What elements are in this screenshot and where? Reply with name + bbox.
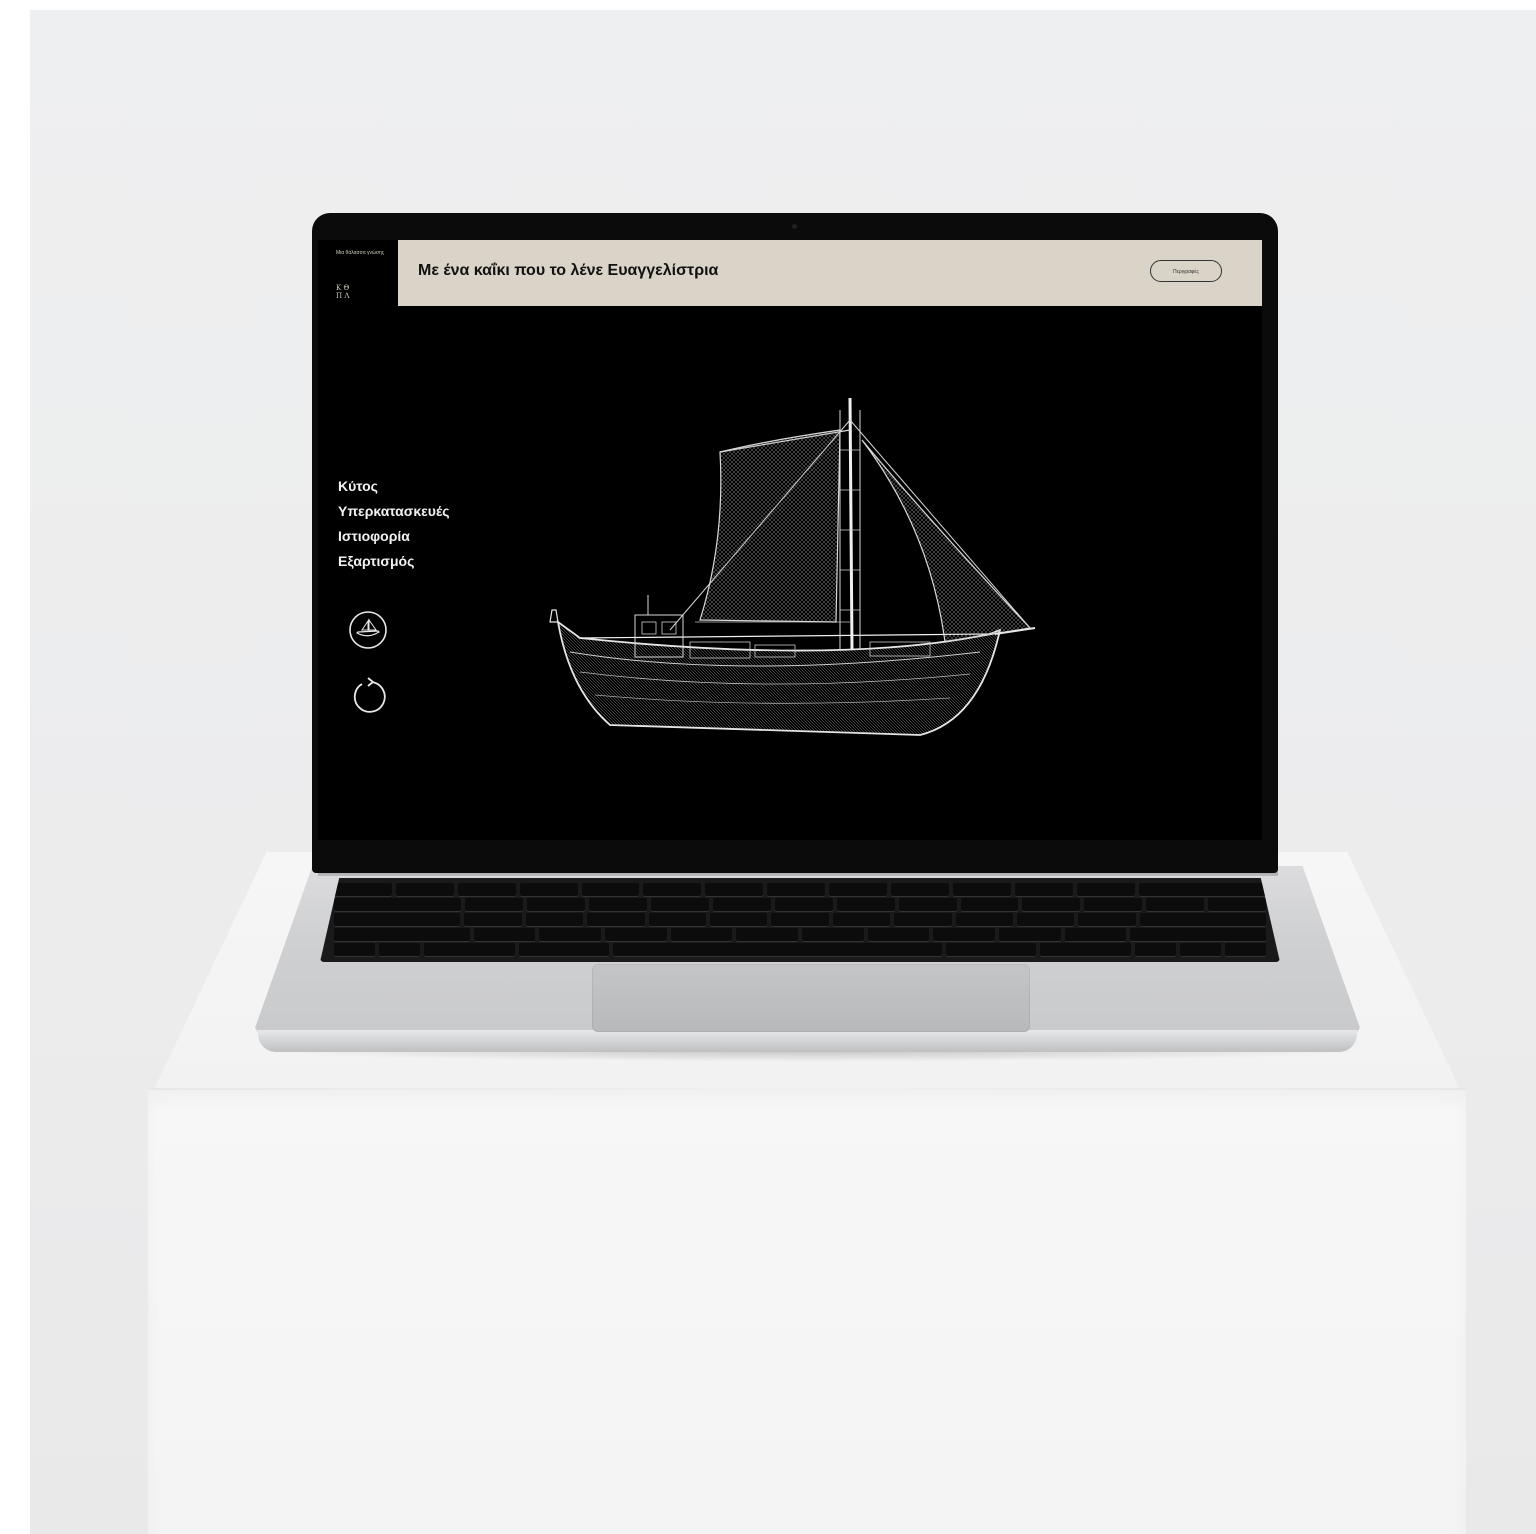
ship-view-button[interactable] (348, 610, 388, 650)
reset-view-button[interactable] (348, 676, 388, 716)
ship-hull (549, 609, 1002, 736)
laptop-base-edge (258, 1030, 1357, 1052)
header-bar: Με ένα καΐκι που το λένε Ευαγγελίστρια Π… (398, 240, 1262, 306)
site-logo[interactable]: Μια θάλασσα γνώσης Κ Θ Π Λ (318, 240, 398, 306)
logo-mark: Κ Θ Π Λ (336, 284, 350, 300)
menu-item-rigging[interactable]: Ιστιοφορία (338, 528, 450, 544)
ship-icon (349, 611, 387, 649)
ship-jib-sail (861, 439, 1032, 643)
side-menu: Κύτος Υπερκατασκευές Ιστιοφορία Εξαρτισμ… (338, 478, 450, 569)
descriptions-button[interactable]: Περιγραφές (1150, 260, 1222, 282)
page-title: Με ένα καΐκι που το λένε Ευαγγελίστρια (418, 262, 719, 279)
menu-item-superstructures[interactable]: Υπερκατασκευές (338, 503, 450, 519)
trackpad (592, 964, 1030, 1032)
keyboard-row (334, 883, 1266, 897)
laptop-screen: Μια θάλασσα γνώσης Κ Θ Π Λ Με ένα καΐκι … (318, 240, 1262, 840)
keyboard (320, 878, 1280, 962)
ship-main-sail (699, 429, 841, 623)
logo-text: Μια θάλασσα γνώσης (336, 250, 385, 256)
keyboard-row (334, 913, 1267, 927)
pedestal-front (148, 1090, 1466, 1534)
keyboard-row (334, 898, 1266, 912)
ship-model[interactable] (540, 390, 1040, 752)
keyboard-row (334, 928, 1267, 942)
rotate-icon (353, 677, 386, 713)
camera (792, 224, 797, 229)
menu-item-hull[interactable]: Κύτος (338, 478, 450, 494)
menu-item-equipment[interactable]: Εξαρτισμός (338, 553, 450, 569)
keyboard-row (334, 943, 1266, 957)
